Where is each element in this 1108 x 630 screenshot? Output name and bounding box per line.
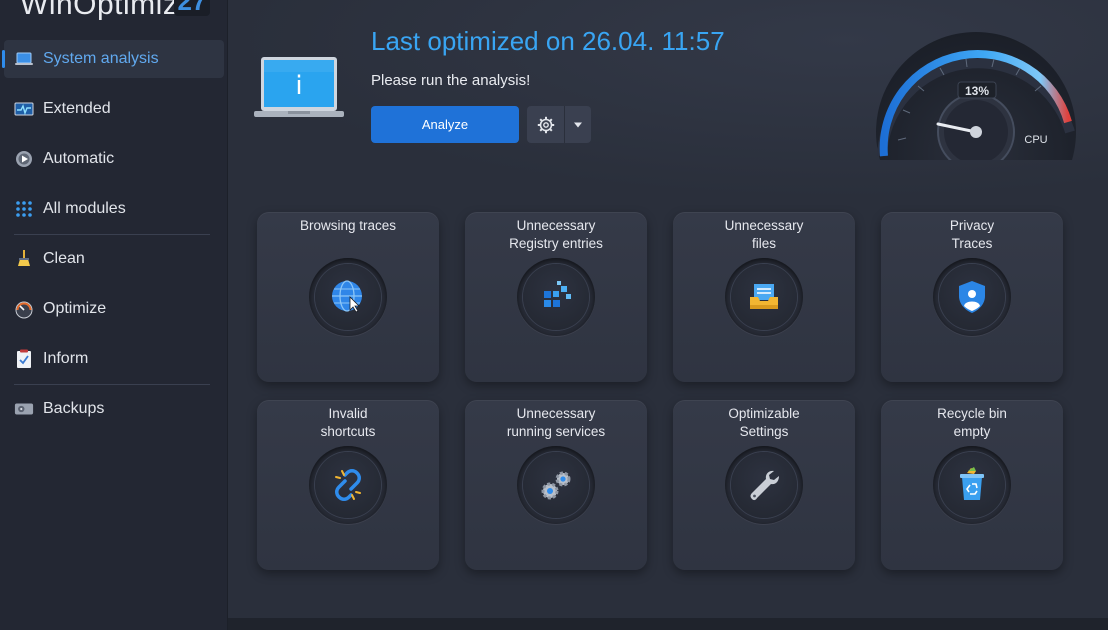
sidebar-item-inform[interactable]: Inform: [4, 340, 224, 378]
tile-label: Browsing traces: [299, 218, 397, 233]
bottom-status-bar: [228, 618, 1108, 630]
app-version-badge: 27: [174, 0, 210, 16]
globe-cursor-icon: [315, 264, 381, 330]
broken-link-icon: [315, 452, 381, 518]
tile-icon-circle: [309, 446, 387, 524]
tile-privacy-traces[interactable]: Privacy Traces: [881, 212, 1063, 382]
backup-drive-icon: [14, 399, 34, 419]
broom-icon: [14, 249, 34, 269]
sidebar-item-clean[interactable]: Clean: [4, 240, 224, 278]
tile-icon-circle: [517, 258, 595, 336]
sidebar-item-label: Inform: [43, 350, 89, 367]
pulse-monitor-icon: [14, 99, 34, 119]
analysis-options-split-button: [527, 106, 591, 143]
sidebar-divider: [14, 234, 210, 235]
sidebar-item-optimize[interactable]: Optimize: [4, 290, 224, 328]
cpu-percentage: 13%: [965, 84, 989, 98]
shield-user-icon: [939, 264, 1005, 330]
settings-gear-button[interactable]: [527, 106, 565, 143]
speedometer-icon: [14, 299, 34, 319]
tile-label: Unnecessary files: [724, 218, 804, 251]
tile-invalid-shortcuts[interactable]: Invalid shortcuts: [257, 400, 439, 570]
laptop-info-icon: i: [254, 55, 346, 128]
sidebar-item-automatic[interactable]: Automatic: [4, 140, 224, 178]
sidebar-item-label: Optimize: [43, 300, 107, 317]
sidebar-item-label: Backups: [43, 400, 105, 417]
sidebar: WinOptimizer 27 System analysis Extended…: [0, 0, 228, 630]
chevron-down-icon: [574, 122, 582, 127]
laptop-icon: [14, 49, 34, 69]
wrench-icon: [731, 452, 797, 518]
tile-icon-circle: [933, 446, 1011, 524]
sidebar-item-label: Extended: [43, 100, 111, 117]
sidebar-divider: [14, 384, 210, 385]
sidebar-item-backups[interactable]: Backups: [4, 390, 224, 428]
tile-optimizable-settings[interactable]: Optimizable Settings: [673, 400, 855, 570]
sidebar-nav: System analysis Extended Automatic All m…: [0, 40, 228, 440]
tile-label: Recycle bin empty: [937, 406, 1007, 439]
recycle-bin-icon: [939, 452, 1005, 518]
tile-registry-entries[interactable]: Unnecessary Registry entries: [465, 212, 647, 382]
tile-label: Unnecessary running services: [506, 406, 606, 439]
cpu-gauge: 13% CPU: [876, 30, 1082, 232]
run-analysis-prompt: Please run the analysis!: [371, 72, 531, 89]
svg-text:i: i: [295, 71, 302, 101]
tile-icon-circle: [933, 258, 1011, 336]
gear-icon: [537, 116, 554, 133]
tile-icon-circle: [725, 258, 803, 336]
sidebar-item-extended[interactable]: Extended: [4, 90, 224, 128]
tile-recycle-bin[interactable]: Recycle bin empty: [881, 400, 1063, 570]
grid-dots-icon: [14, 199, 34, 219]
sidebar-item-system-analysis[interactable]: System analysis: [2, 40, 224, 78]
tile-label: Unnecessary Registry entries: [509, 218, 603, 251]
sidebar-item-label: System analysis: [43, 50, 159, 67]
tile-icon-circle: [725, 446, 803, 524]
tile-icon-circle: [517, 446, 595, 524]
sidebar-item-label: Clean: [43, 250, 85, 267]
dropdown-arrow-button[interactable]: [565, 106, 591, 143]
clipboard-icon: [14, 349, 34, 369]
analyze-button[interactable]: Analyze: [371, 106, 519, 143]
registry-blocks-icon: [523, 264, 589, 330]
sidebar-item-label: Automatic: [43, 150, 115, 167]
sidebar-item-label: All modules: [43, 200, 126, 217]
tile-label: Optimizable Settings: [728, 406, 800, 439]
tile-label: Privacy Traces: [949, 218, 995, 251]
last-optimized-title: Last optimized on 26.04. 11:57: [371, 26, 725, 56]
cpu-label: CPU: [1024, 134, 1047, 146]
tile-browsing-traces[interactable]: Browsing traces: [257, 212, 439, 382]
tile-label: Invalid shortcuts: [320, 406, 376, 439]
tile-running-services[interactable]: Unnecessary running services: [465, 400, 647, 570]
gears-icon: [523, 452, 589, 518]
tile-unnecessary-files[interactable]: Unnecessary files: [673, 212, 855, 382]
file-tray-icon: [731, 264, 797, 330]
play-gear-icon: [14, 149, 34, 169]
sidebar-item-all-modules[interactable]: All modules: [4, 190, 224, 228]
tile-icon-circle: [309, 258, 387, 336]
main-content: i Last optimized on 26.04. 11:57 Please …: [228, 0, 1108, 630]
